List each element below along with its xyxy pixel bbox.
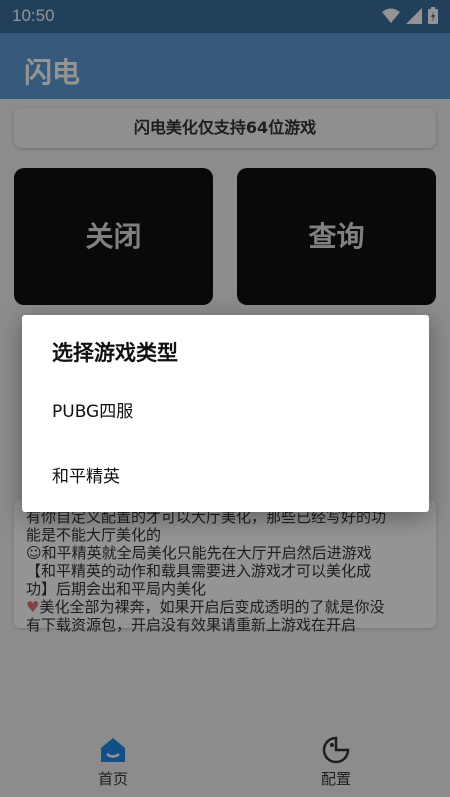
game-type-dialog: 选择游戏类型 PUBG四服 和平精英 bbox=[22, 315, 429, 512]
option-pubg[interactable]: PUBG四服 bbox=[52, 397, 133, 422]
dialog-title: 选择游戏类型 bbox=[52, 341, 178, 365]
option-peace-elite[interactable]: 和平精英 bbox=[52, 462, 120, 487]
